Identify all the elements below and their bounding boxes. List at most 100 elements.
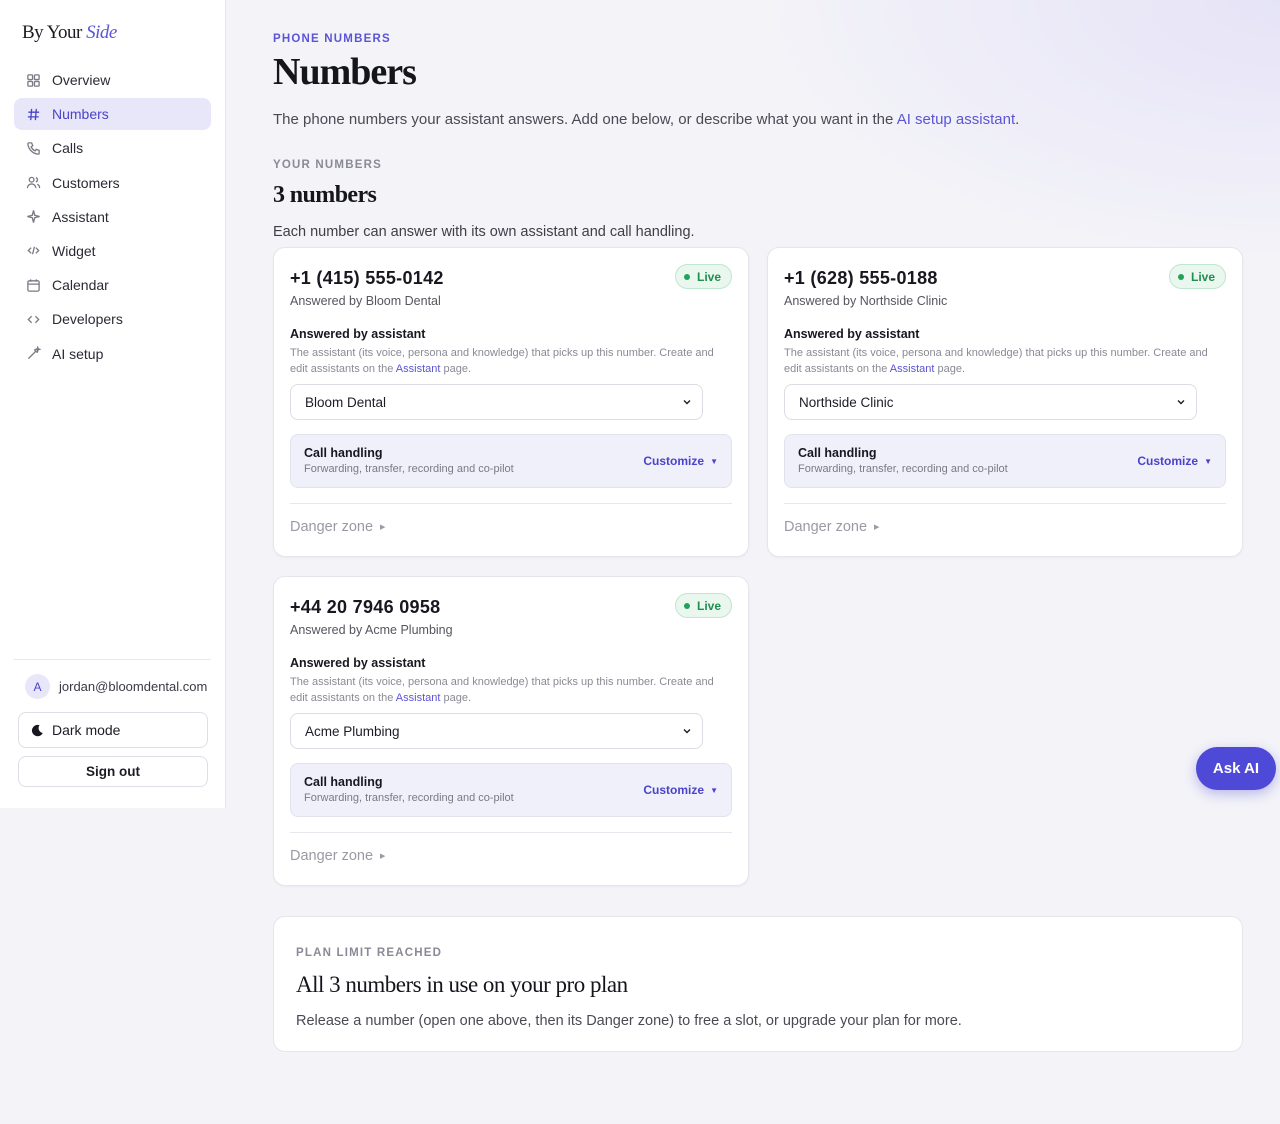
- customize-label: Customize: [643, 783, 705, 797]
- grid-icon: [25, 72, 41, 88]
- dark-mode-button[interactable]: Dark mode: [18, 712, 208, 748]
- sidebar-item-label: Developers: [52, 311, 123, 328]
- sidebar-item-label: Customers: [52, 174, 120, 191]
- status-label: Live: [696, 269, 721, 284]
- danger-zone-toggle[interactable]: Danger zone ▶: [290, 519, 385, 535]
- assistant-field-label: Answered by assistant: [290, 656, 426, 670]
- sidebar-item-widget[interactable]: Widget: [14, 235, 211, 267]
- selected-assistant: Acme Plumbing: [305, 723, 400, 739]
- ai-setup-link[interactable]: AI setup assistant: [897, 111, 1015, 128]
- caret-right-icon: ▶: [380, 853, 386, 860]
- dark-mode-label: Dark mode: [52, 722, 121, 738]
- assistant-link[interactable]: Assistant: [890, 363, 935, 375]
- page-intro: The phone numbers your assistant answers…: [273, 111, 1019, 128]
- chevron-down-icon: [683, 400, 691, 405]
- user-profile[interactable]: A jordan@bloomdental.com: [25, 674, 207, 699]
- selected-assistant: Northside Clinic: [799, 394, 894, 410]
- assistant-select[interactable]: Bloom Dental: [290, 384, 703, 420]
- sidebar: By Your Side Overview Numbers Calls Cust…: [0, 0, 226, 808]
- description-text: The assistant (its voice, persona and kn…: [290, 347, 714, 375]
- sidebar-item-label: Assistant: [52, 208, 109, 225]
- intro-text: The phone numbers your assistant answers…: [273, 111, 894, 128]
- page-title: Numbers: [273, 51, 417, 93]
- moon-icon: [31, 724, 43, 736]
- danger-zone-toggle[interactable]: Danger zone ▶: [290, 848, 385, 864]
- sidebar-nav: Overview Numbers Calls Customers Assista…: [14, 64, 211, 372]
- plan-limit-notice: PLAN LIMIT REACHED All 3 numbers in use …: [273, 916, 1243, 1052]
- phone-number: +44 20 7946 0958: [290, 597, 441, 617]
- customize-button[interactable]: Customize ▼: [1137, 454, 1212, 468]
- page-eyebrow: PHONE NUMBERS: [273, 33, 391, 45]
- sign-out-button[interactable]: Sign out: [18, 756, 208, 787]
- brand-logo[interactable]: By Your Side: [22, 22, 117, 44]
- sidebar-item-overview[interactable]: Overview: [14, 64, 211, 96]
- intro-end: .: [1015, 111, 1020, 128]
- customize-button[interactable]: Customize ▼: [643, 454, 718, 468]
- customize-button[interactable]: Customize ▼: [643, 783, 718, 797]
- code-icon: [25, 243, 41, 259]
- wand-icon: [25, 346, 41, 362]
- numbers-count: 3 numbers: [273, 182, 377, 208]
- status-badge: Live: [674, 593, 732, 618]
- status-label: Live: [1190, 269, 1215, 284]
- sidebar-item-label: Overview: [52, 72, 111, 88]
- customize-label: Customize: [1137, 454, 1199, 468]
- sidebar-item-label: AI setup: [52, 345, 104, 362]
- number-card: +1 (415) 555-0142 Answered by Bloom Dent…: [273, 247, 749, 557]
- phone-number: +1 (415) 555-0142: [290, 268, 444, 288]
- sidebar-item-label: Widget: [52, 242, 96, 259]
- danger-zone-label: Danger zone: [784, 519, 868, 535]
- plan-limit-eyebrow: PLAN LIMIT REACHED: [296, 947, 443, 959]
- sidebar-item-developers[interactable]: Developers: [14, 303, 211, 335]
- call-handling-subtitle: Forwarding, transfer, recording and co-p…: [304, 463, 514, 475]
- sidebar-item-ai-setup[interactable]: AI setup: [14, 338, 211, 370]
- sidebar-item-label: Numbers: [52, 106, 109, 123]
- status-dot-icon: [1177, 273, 1184, 280]
- description-text: The assistant (its voice, persona and kn…: [784, 347, 1208, 375]
- assistant-field-label: Answered by assistant: [290, 327, 426, 341]
- sidebar-item-label: Calls: [52, 140, 84, 157]
- ask-ai-button[interactable]: Ask AI: [1196, 747, 1276, 790]
- card-divider: [784, 503, 1226, 504]
- assistant-select[interactable]: Northside Clinic: [784, 384, 1197, 420]
- status-badge: Live: [674, 264, 732, 289]
- sidebar-item-numbers[interactable]: Numbers: [14, 98, 211, 131]
- call-handling-title: Call handling: [304, 446, 383, 460]
- answered-by: Answered by Bloom Dental: [290, 294, 441, 308]
- status-badge: Live: [1168, 264, 1226, 289]
- assistant-field-description: The assistant (its voice, persona and kn…: [784, 345, 1228, 377]
- caret-right-icon: ▶: [874, 524, 880, 531]
- assistant-link[interactable]: Assistant: [396, 363, 441, 375]
- hash-icon: [25, 106, 41, 122]
- avatar: A: [25, 674, 50, 699]
- danger-zone-toggle[interactable]: Danger zone ▶: [784, 519, 879, 535]
- call-handling-panel: Call handling Forwarding, transfer, reco…: [784, 434, 1226, 488]
- sidebar-item-calls[interactable]: Calls: [14, 132, 211, 164]
- sidebar-divider: [14, 659, 211, 660]
- caret-right-icon: ▶: [380, 524, 386, 531]
- assistant-select[interactable]: Acme Plumbing: [290, 713, 703, 749]
- chevron-down-icon: [1177, 400, 1185, 405]
- assistant-link[interactable]: Assistant: [396, 692, 441, 704]
- call-handling-title: Call handling: [798, 446, 877, 460]
- sidebar-item-assistant[interactable]: Assistant: [14, 201, 211, 233]
- call-handling-title: Call handling: [304, 775, 383, 789]
- sparkle-icon: [25, 209, 41, 225]
- section-eyebrow: YOUR NUMBERS: [273, 159, 382, 171]
- sidebar-item-customers[interactable]: Customers: [14, 167, 211, 199]
- call-handling-panel: Call handling Forwarding, transfer, reco…: [290, 763, 732, 817]
- chevron-down-icon: [683, 729, 691, 734]
- description-end: page.: [443, 363, 472, 375]
- description-end: page.: [443, 692, 472, 704]
- call-handling-subtitle: Forwarding, transfer, recording and co-p…: [304, 792, 514, 804]
- sidebar-item-calendar[interactable]: Calendar: [14, 269, 211, 301]
- number-card: +44 20 7946 0958 Answered by Acme Plumbi…: [273, 576, 749, 886]
- brand-prefix: By Your: [22, 22, 82, 43]
- brand-accent: Side: [86, 22, 117, 43]
- caret-down-icon: ▼: [710, 785, 718, 795]
- customize-label: Customize: [643, 454, 705, 468]
- assistant-field-description: The assistant (its voice, persona and kn…: [290, 674, 734, 706]
- description-text: The assistant (its voice, persona and kn…: [290, 676, 714, 704]
- plan-limit-description: Release a number (open one above, then i…: [296, 1013, 962, 1029]
- danger-zone-label: Danger zone: [290, 848, 374, 864]
